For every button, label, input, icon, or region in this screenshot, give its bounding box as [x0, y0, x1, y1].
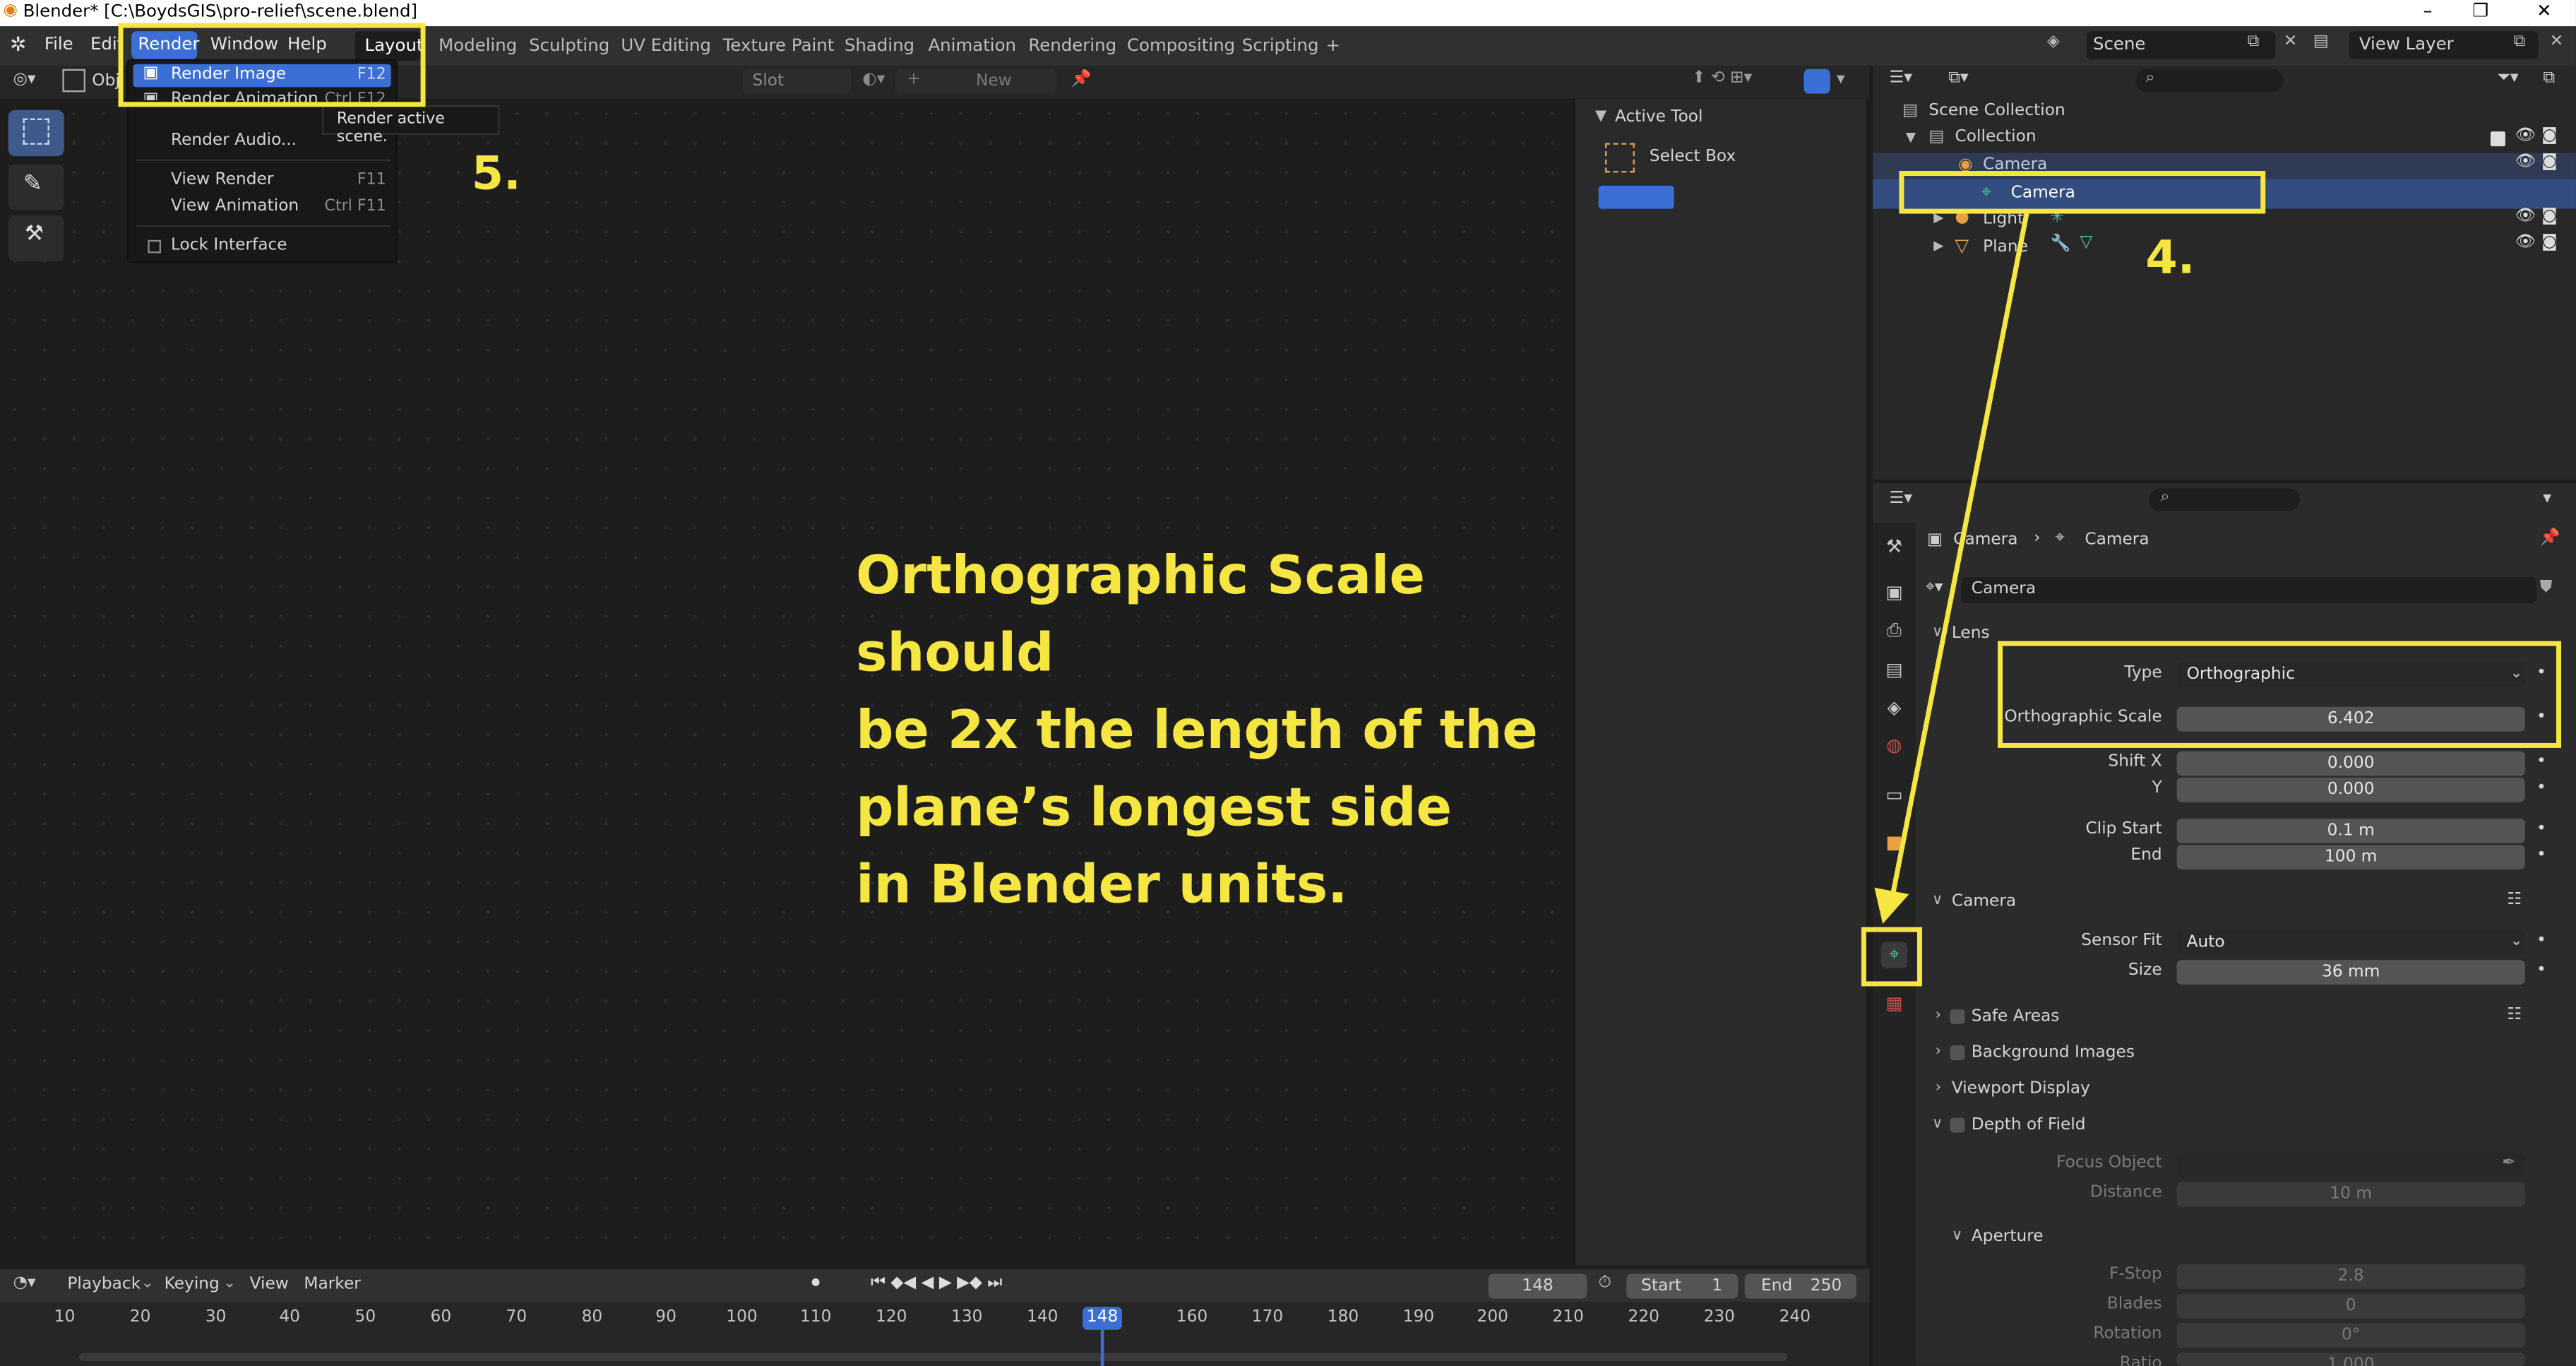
step-4-label: 4.: [2145, 230, 2195, 285]
note-line-1: Orthographic Scale should: [856, 544, 1425, 684]
note-line-2: be 2x the length of the: [856, 699, 1538, 761]
note-line-3: plane’s longest side: [856, 776, 1453, 838]
note-line-4: in Blender units.: [856, 853, 1348, 916]
step-5-label: 5.: [471, 146, 521, 201]
orthographic-scale-note: Orthographic Scale should be 2x the leng…: [856, 538, 1611, 924]
